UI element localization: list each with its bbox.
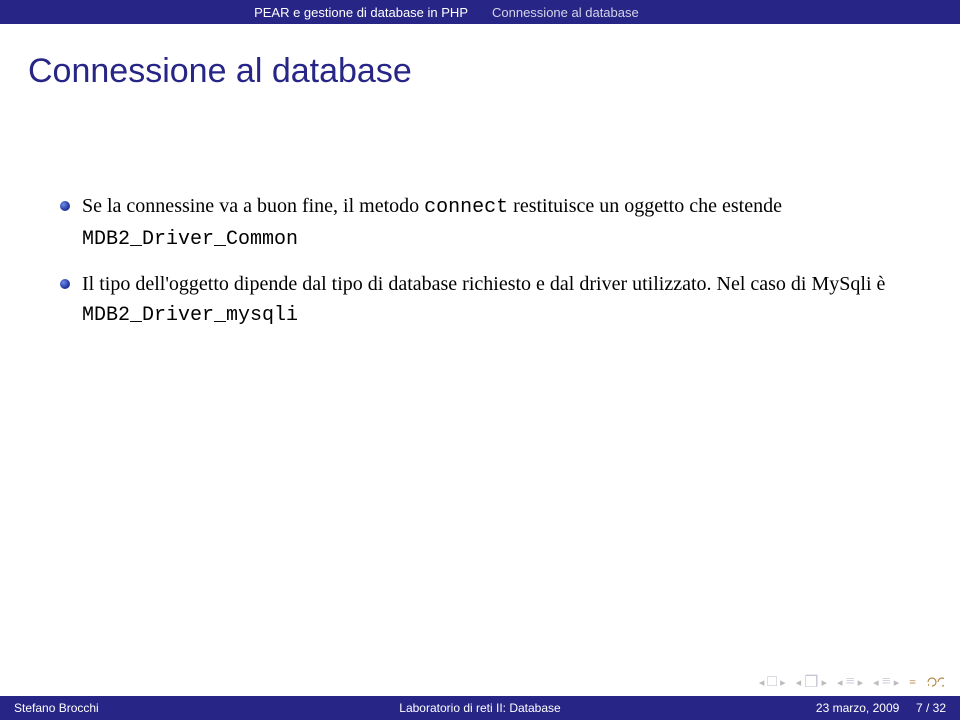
lines-icon: ≡ (846, 673, 855, 691)
nav-back[interactable] (926, 676, 942, 688)
bullet-icon (60, 201, 70, 211)
bullet-item: Se la connessine va a buon fine, il meto… (60, 191, 900, 255)
bullet-item: Il tipo dell'oggetto dipende dal tipo di… (60, 269, 900, 331)
loop-icon (926, 676, 942, 688)
nav-prev-section[interactable]: ≡ (837, 673, 863, 691)
bullet-icon (60, 279, 70, 289)
text-span: Se la connessine va a buon fine, il meto… (82, 195, 424, 217)
footer-course: Laboratorio di reti II: Database (288, 701, 672, 715)
frame-icon: ❐ (804, 672, 818, 692)
code-span: connect (424, 196, 508, 219)
footer-page: 7 / 32 (916, 701, 946, 715)
header-topic: PEAR e gestione di database in PHP (0, 5, 480, 20)
header-section: Connessione al database (480, 5, 960, 20)
code-span: MDB2_Driver_Common (82, 228, 298, 251)
triangle-right-icon (779, 673, 786, 691)
triangle-left-icon (873, 673, 880, 691)
nav-prev-frame[interactable]: ❐ (796, 672, 827, 692)
lines-gold-icon: ≡ (909, 675, 916, 690)
footer-date-page: 23 marzo, 2009 7 / 32 (672, 701, 960, 715)
slide-icon: □ (767, 673, 777, 691)
triangle-left-icon (759, 673, 766, 691)
slide-body: Se la connessine va a buon fine, il meto… (60, 191, 900, 331)
text-span: Il tipo dell'oggetto dipende dal tipo di… (82, 273, 885, 295)
slide-title: Connessione al database (28, 52, 960, 91)
triangle-right-icon (857, 673, 864, 691)
nav-next-section[interactable]: ≡ (873, 673, 899, 691)
nav-summary[interactable]: ≡ (909, 675, 916, 690)
triangle-right-icon (893, 673, 900, 691)
triangle-left-icon (796, 673, 803, 691)
bullet-text: Se la connessine va a buon fine, il meto… (82, 191, 900, 255)
triangle-right-icon (821, 673, 828, 691)
bullet-text: Il tipo dell'oggetto dipende dal tipo di… (82, 269, 900, 331)
nav-controls: □ ❐ ≡ ≡ ≡ (759, 672, 942, 692)
footer-author: Stefano Brocchi (0, 701, 288, 715)
slide-header: PEAR e gestione di database in PHP Conne… (0, 0, 960, 24)
lines-icon: ≡ (882, 673, 891, 691)
triangle-left-icon (837, 673, 844, 691)
slide-footer: Stefano Brocchi Laboratorio di reti II: … (0, 696, 960, 720)
footer-date: 23 marzo, 2009 (816, 701, 899, 715)
nav-prev-slide[interactable]: □ (759, 673, 786, 691)
code-span: MDB2_Driver_mysqli (82, 304, 298, 327)
text-span: restituisce un oggetto che estende (508, 195, 782, 217)
